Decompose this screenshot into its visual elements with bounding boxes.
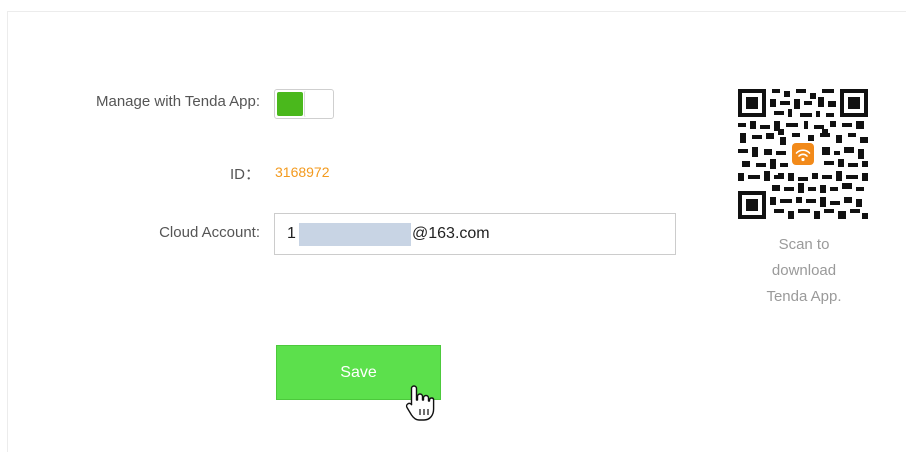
cloud-account-input[interactable]: 1 @163.com <box>274 213 676 255</box>
manage-app-label: Manage with Tenda App: <box>95 93 260 110</box>
qr-caption-line2: download <box>771 262 837 279</box>
id-value: 3168972 <box>275 164 330 180</box>
cloud-account-redaction <box>299 223 411 246</box>
toggle-on-indicator <box>277 92 303 116</box>
qr-caption-line3: Tenda App. <box>766 288 842 305</box>
id-label: ID： <box>229 166 260 183</box>
qr-caption-line1: Scan to <box>778 236 830 253</box>
cloud-account-prefix: 1 <box>287 225 296 242</box>
save-button[interactable]: Save <box>276 345 441 400</box>
qr-code-icon <box>738 89 868 219</box>
cloud-account-label: Cloud Account: <box>159 224 260 241</box>
cloud-account-suffix: @163.com <box>412 225 490 242</box>
qr-caption: Scan to download Tenda App. <box>744 232 864 310</box>
page: Manage with Tenda App: ID： 3168972 Cloud… <box>0 0 906 452</box>
manage-app-toggle[interactable] <box>274 89 334 119</box>
toggle-knob <box>304 91 332 117</box>
